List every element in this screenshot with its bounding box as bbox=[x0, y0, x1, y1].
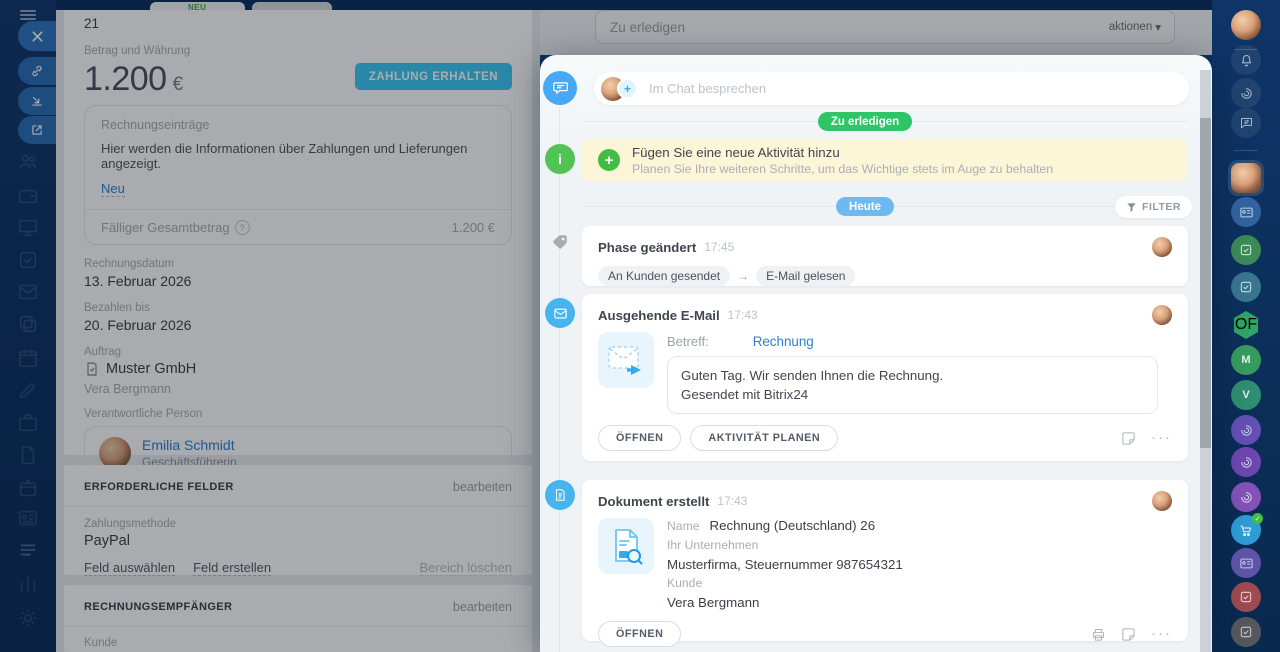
dim-overlay bbox=[0, 0, 540, 652]
task-widget-button[interactable] bbox=[1231, 617, 1261, 647]
document-created-card: Dokument erstellt 17:43 Name Rechnung (D… bbox=[582, 480, 1188, 647]
contact-widget-button[interactable] bbox=[1231, 197, 1261, 227]
check-badge-icon: ✓ bbox=[1252, 513, 1263, 524]
more-actions-icon[interactable]: ··· bbox=[1151, 430, 1172, 445]
check-square-icon bbox=[1240, 626, 1252, 638]
doc-customer-value: Vera Bergmann bbox=[667, 595, 760, 610]
copilot-spiral-icon bbox=[1240, 491, 1252, 503]
add-activity-banner[interactable]: + Fügen Sie eine neue Aktivität hinzu Pl… bbox=[582, 139, 1188, 181]
divider bbox=[1234, 150, 1258, 151]
copilot-spiral-icon bbox=[1240, 456, 1252, 468]
timeline-panel: + Im Chat besprechen Zu erledigen i + Fü… bbox=[540, 55, 1212, 652]
doc-company-value: Musterfirma, Steuernummer 987654321 bbox=[667, 557, 903, 572]
of-badge[interactable]: OF bbox=[1233, 311, 1259, 339]
doc-company-label: Ihr Unternehmen bbox=[667, 538, 759, 552]
document-preview-tile[interactable] bbox=[598, 518, 654, 574]
email-title: Ausgehende E-Mail bbox=[598, 307, 720, 323]
avatar[interactable] bbox=[1152, 237, 1172, 257]
avatar[interactable] bbox=[1152, 305, 1172, 325]
copilot-spiral-icon bbox=[1240, 424, 1252, 436]
right-sidebar: OF M V ✓ bbox=[1212, 0, 1280, 652]
task-widget-button[interactable] bbox=[1231, 582, 1261, 612]
m-badge[interactable]: M bbox=[1231, 345, 1261, 375]
idcard-icon bbox=[1239, 558, 1253, 568]
printer-icon[interactable] bbox=[1091, 627, 1106, 642]
phase-time: 17:45 bbox=[704, 240, 735, 254]
messenger-button[interactable] bbox=[1231, 108, 1261, 138]
email-body: Guten Tag. Wir senden Ihnen die Rechnung… bbox=[667, 356, 1158, 414]
dim-overlay bbox=[540, 0, 1212, 55]
check-square-icon bbox=[1240, 244, 1252, 256]
outgoing-email-card: Ausgehende E-Mail 17:43 Betreff: Rechnun… bbox=[582, 294, 1188, 461]
notifications-button[interactable] bbox=[1231, 45, 1261, 75]
chat-discuss-input[interactable]: + Im Chat besprechen bbox=[594, 72, 1189, 105]
scrollbar-track[interactable] bbox=[1200, 70, 1211, 652]
copilot-widget-button[interactable] bbox=[1231, 447, 1261, 477]
check-square-icon bbox=[1240, 591, 1252, 603]
plan-activity-button[interactable]: AKTIVITÄT PLANEN bbox=[690, 425, 839, 451]
banner-title: Fügen Sie eine neue Aktivität hinzu bbox=[632, 144, 840, 160]
document-created-icon bbox=[545, 480, 575, 510]
email-preview-tile[interactable] bbox=[598, 332, 654, 388]
avatar bbox=[1231, 163, 1261, 193]
note-icon[interactable] bbox=[1121, 431, 1136, 446]
arrow-right-icon: → bbox=[737, 269, 750, 283]
chat-icon[interactable] bbox=[543, 71, 577, 105]
banner-subtitle: Planen Sie Ihre weiteren Schritte, um da… bbox=[632, 161, 1054, 176]
idcard-icon bbox=[1239, 207, 1253, 217]
chat-sync-icon bbox=[1240, 117, 1252, 128]
email-time: 17:43 bbox=[727, 308, 758, 322]
bitrix24-crm-invoice-screen: NEU 21 Betrag und Währung 1.200 € ZAHLUNG… bbox=[0, 0, 1280, 652]
shop-widget-button[interactable]: ✓ bbox=[1231, 513, 1263, 545]
check-square-icon bbox=[1240, 281, 1252, 293]
note-icon[interactable] bbox=[1121, 627, 1136, 642]
tag-icon bbox=[550, 232, 570, 252]
avatar[interactable] bbox=[1152, 491, 1172, 511]
subject-link[interactable]: Rechnung bbox=[753, 334, 814, 349]
doc-customer-label: Kunde bbox=[667, 576, 703, 590]
current-user-avatar[interactable] bbox=[1231, 10, 1261, 40]
phase-from-pill: An Kunden gesendet bbox=[598, 266, 731, 286]
date-pill: Heute bbox=[836, 197, 894, 216]
task-widget-button[interactable] bbox=[1231, 235, 1261, 265]
copilot-widget-button[interactable] bbox=[1231, 482, 1261, 512]
stage-pill: Zu erledigen bbox=[817, 112, 913, 131]
subject-label: Betreff: bbox=[667, 334, 709, 349]
bell-icon bbox=[1241, 54, 1251, 66]
scrollbar-thumb[interactable] bbox=[1200, 118, 1211, 448]
info-icon: i bbox=[545, 144, 575, 174]
active-user-button[interactable] bbox=[1228, 160, 1264, 196]
doc-name-label: Name bbox=[667, 519, 700, 533]
phase-changed-card: Phase geändert 17:45 An Kunden gesendet … bbox=[582, 226, 1188, 286]
cart-icon bbox=[1239, 525, 1251, 536]
contact-widget-button[interactable] bbox=[1231, 548, 1261, 578]
funnel-icon bbox=[1127, 202, 1136, 212]
add-participant-icon[interactable]: + bbox=[617, 78, 638, 99]
phase-to-pill: E-Mail gelesen bbox=[756, 266, 856, 286]
more-actions-icon[interactable]: ··· bbox=[1151, 626, 1172, 641]
v-badge[interactable]: V bbox=[1231, 380, 1261, 410]
copilot-spiral-icon bbox=[1240, 87, 1252, 99]
filter-button[interactable]: FILTER bbox=[1115, 196, 1192, 218]
email-icon bbox=[545, 298, 575, 328]
timeline-rail bbox=[559, 107, 560, 652]
open-email-button[interactable]: ÖFFNEN bbox=[598, 425, 682, 451]
task-widget-button[interactable] bbox=[1231, 272, 1261, 302]
open-document-button[interactable]: ÖFFNEN bbox=[598, 621, 682, 647]
chat-placeholder: Im Chat besprechen bbox=[649, 81, 767, 96]
copilot-widget-button[interactable] bbox=[1231, 415, 1261, 445]
copilot-button[interactable] bbox=[1231, 78, 1261, 108]
doc-name-value: Rechnung (Deutschland) 26 bbox=[709, 518, 876, 533]
phase-title: Phase geändert bbox=[598, 239, 697, 255]
document-title: Dokument erstellt bbox=[598, 493, 710, 509]
plus-icon: + bbox=[598, 149, 620, 171]
document-time: 17:43 bbox=[717, 494, 748, 508]
